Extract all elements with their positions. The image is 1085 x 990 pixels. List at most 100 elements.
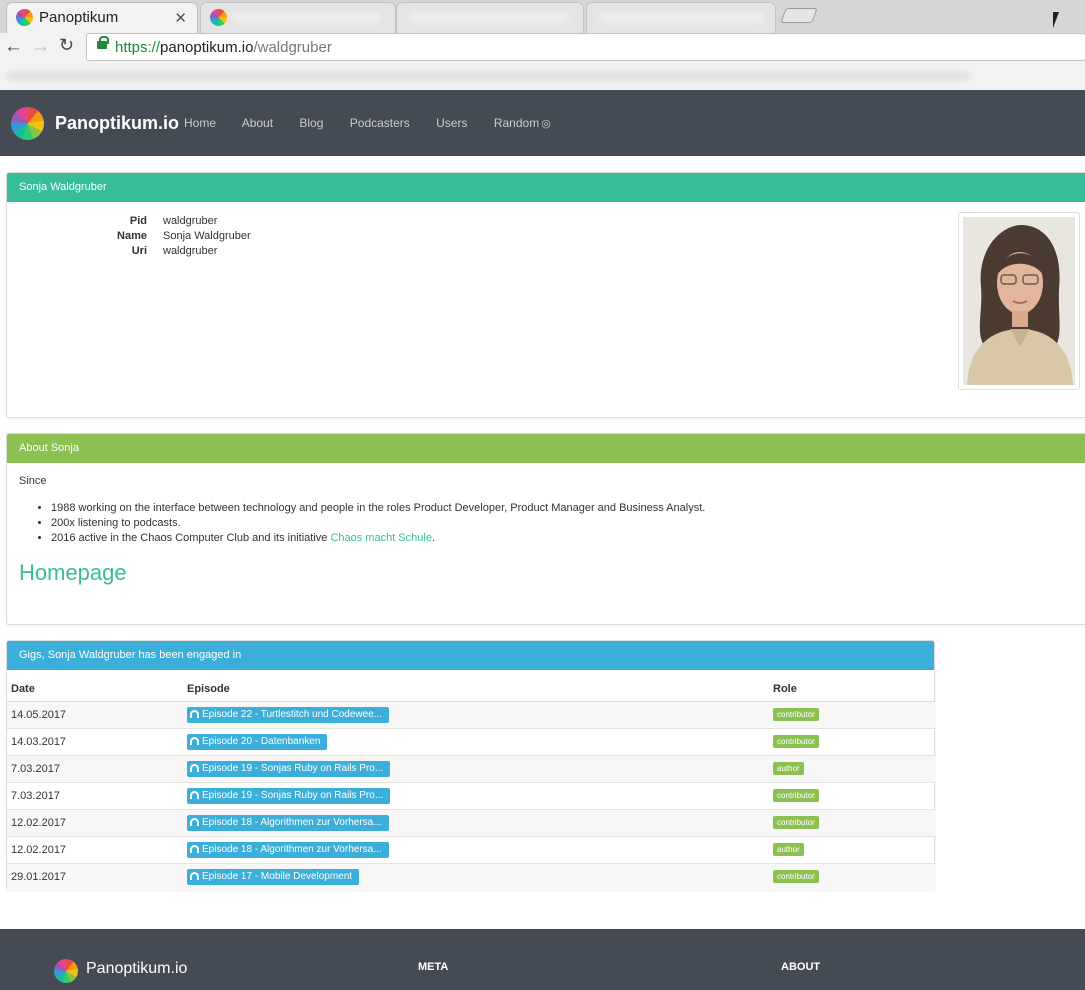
cell-date: 14.05.2017 <box>7 700 183 728</box>
episode-title: Episode 19 - Sonjas Ruby on Rails Pro... <box>202 762 384 774</box>
url-host: panoptikum.io <box>160 39 254 56</box>
tab-inactive[interactable] <box>396 2 584 33</box>
role-badge: contributor <box>773 816 819 829</box>
nav-users[interactable]: Users <box>436 116 467 130</box>
cell-date: 29.01.2017 <box>7 862 183 890</box>
about-since: Since <box>19 475 47 487</box>
cell-date: 7.03.2017 <box>7 781 183 809</box>
nav-podcasters[interactable]: Podcasters <box>350 116 410 130</box>
url-text[interactable]: https://panoptikum.io/waldgruber <box>115 39 332 56</box>
blurred-tab-title <box>409 12 569 24</box>
list-item-suffix: . <box>431 532 435 544</box>
url-path: /waldgruber <box>253 39 332 56</box>
gigs-panel: Gigs, Sonja Waldgruber has been engaged … <box>6 640 936 890</box>
episode-button[interactable]: Episode 18 - Algorithmen zur Vorhersa... <box>187 841 389 858</box>
role-badge: contributor <box>773 708 819 721</box>
episode-button[interactable]: Episode 17 - Mobile Development <box>187 868 360 885</box>
navbar-brand[interactable]: Panoptikum.io <box>55 113 179 134</box>
column-header-role: Role <box>769 670 936 702</box>
cell-episode: Episode 17 - Mobile Development <box>183 862 769 890</box>
headphones-icon <box>190 709 199 718</box>
cell-episode: Episode 20 - Datenbanken <box>183 727 769 755</box>
episode-button[interactable]: Episode 19 - Sonjas Ruby on Rails Pro... <box>187 760 391 777</box>
role-badge: author <box>773 843 804 856</box>
detail-value: Sonja Waldgruber <box>163 230 251 242</box>
column-header-date: Date <box>7 670 183 702</box>
headphones-icon <box>190 817 199 826</box>
tab-title: Panoptikum <box>39 9 119 26</box>
cell-episode: Episode 19 - Sonjas Ruby on Rails Pro... <box>183 781 769 809</box>
back-arrow-icon[interactable]: ← <box>4 36 23 58</box>
tab-strip: Panoptikum ✕ <box>0 0 1085 33</box>
cell-date: 7.03.2017 <box>7 754 183 782</box>
cell-episode: Episode 18 - Algorithmen zur Vorhersa... <box>183 808 769 836</box>
nav-random[interactable]: Random <box>494 116 539 130</box>
cell-role: author <box>769 754 936 782</box>
list-item: 2016 active in the Chaos Computer Club a… <box>51 531 1077 546</box>
nav-blog[interactable]: Blog <box>299 116 323 130</box>
role-badge: author <box>773 762 804 775</box>
blurred-bookmarks <box>6 71 971 81</box>
cell-date: 12.02.2017 <box>7 808 183 836</box>
address-bar[interactable]: https://panoptikum.io/waldgruber <box>86 33 1085 61</box>
about-body: Since 1988 working on the interface betw… <box>7 463 1085 598</box>
headphones-icon <box>190 763 199 772</box>
table-row: 14.05.2017 Episode 22 - Turtlestitch und… <box>7 700 936 728</box>
episode-title: Episode 18 - Algorithmen zur Vorhersa... <box>202 816 382 828</box>
list-item-text: 2016 active in the Chaos Computer Club a… <box>51 532 331 544</box>
headphones-icon <box>190 871 199 880</box>
browser-chrome: Panoptikum ✕ ← → ↻ https://panoptikum.io… <box>0 0 1085 90</box>
cell-role: contributor <box>769 700 936 728</box>
column-header-episode: Episode <box>183 670 769 702</box>
blurred-tab-title <box>231 12 381 24</box>
episode-title: Episode 20 - Datenbanken <box>202 735 321 747</box>
role-badge: contributor <box>773 735 819 748</box>
cell-role: contributor <box>769 862 936 890</box>
detail-label: Pid <box>129 215 147 227</box>
homepage-link[interactable]: Homepage <box>19 560 1077 586</box>
profile-panel-header: Sonja Waldgruber <box>7 173 1085 202</box>
episode-button[interactable]: Episode 22 - Turtlestitch und Codewee... <box>187 706 390 723</box>
nav-about[interactable]: About <box>242 116 273 130</box>
panoptikum-favicon-icon <box>16 9 33 26</box>
about-list: 1988 working on the interface between te… <box>19 501 1077 546</box>
tab-inactive[interactable] <box>586 2 776 33</box>
lock-icon <box>97 36 109 49</box>
episode-title: Episode 22 - Turtlestitch und Codewee... <box>202 708 383 720</box>
profile-photo <box>958 212 1080 390</box>
cell-role: contributor <box>769 727 936 755</box>
portrait-image <box>963 217 1075 385</box>
tab-active[interactable]: Panoptikum ✕ <box>6 2 198 33</box>
footer-meta-heading: META <box>418 961 449 973</box>
reload-icon[interactable]: ↻ <box>59 35 74 56</box>
headphones-icon <box>190 736 199 745</box>
headphones-icon <box>190 790 199 799</box>
episode-button[interactable]: Episode 20 - Datenbanken <box>187 733 328 750</box>
list-item: 1988 working on the interface between te… <box>51 501 1077 516</box>
forward-arrow-icon[interactable]: → <box>31 36 50 58</box>
cell-role: author <box>769 835 936 863</box>
cell-episode: Episode 18 - Algorithmen zur Vorhersa... <box>183 835 769 863</box>
podcast-icon: ◎ <box>541 118 551 130</box>
table-row: 14.03.2017 Episode 20 - Datenbanken cont… <box>7 727 936 755</box>
cell-episode: Episode 19 - Sonjas Ruby on Rails Pro... <box>183 754 769 782</box>
cell-role: contributor <box>769 808 936 836</box>
detail-value: waldgruber <box>163 215 218 227</box>
new-tab-button[interactable] <box>780 8 818 23</box>
detail-label: Uri <box>131 245 147 257</box>
panoptikum-logo-icon[interactable] <box>11 107 44 140</box>
episode-button[interactable]: Episode 18 - Algorithmen zur Vorhersa... <box>187 814 389 831</box>
episode-button[interactable]: Episode 19 - Sonjas Ruby on Rails Pro... <box>187 787 391 804</box>
cell-role: contributor <box>769 781 936 809</box>
gigs-table: Date Episode Role 14.05.2017 Episode 22 … <box>7 670 936 890</box>
tab-close-icon[interactable]: ✕ <box>174 9 187 27</box>
episode-title: Episode 17 - Mobile Development <box>202 870 353 882</box>
footer-brand[interactable]: Panoptikum.io <box>86 960 187 978</box>
panoptikum-favicon-icon <box>210 9 227 26</box>
table-row: 29.01.2017 Episode 17 - Mobile Developme… <box>7 862 936 890</box>
url-scheme: https:// <box>115 39 161 56</box>
tab-inactive[interactable] <box>200 2 396 33</box>
headphones-icon <box>190 844 199 853</box>
nav-home[interactable]: Home <box>184 116 216 130</box>
chaos-macht-schule-link[interactable]: Chaos macht Schule <box>330 532 432 544</box>
